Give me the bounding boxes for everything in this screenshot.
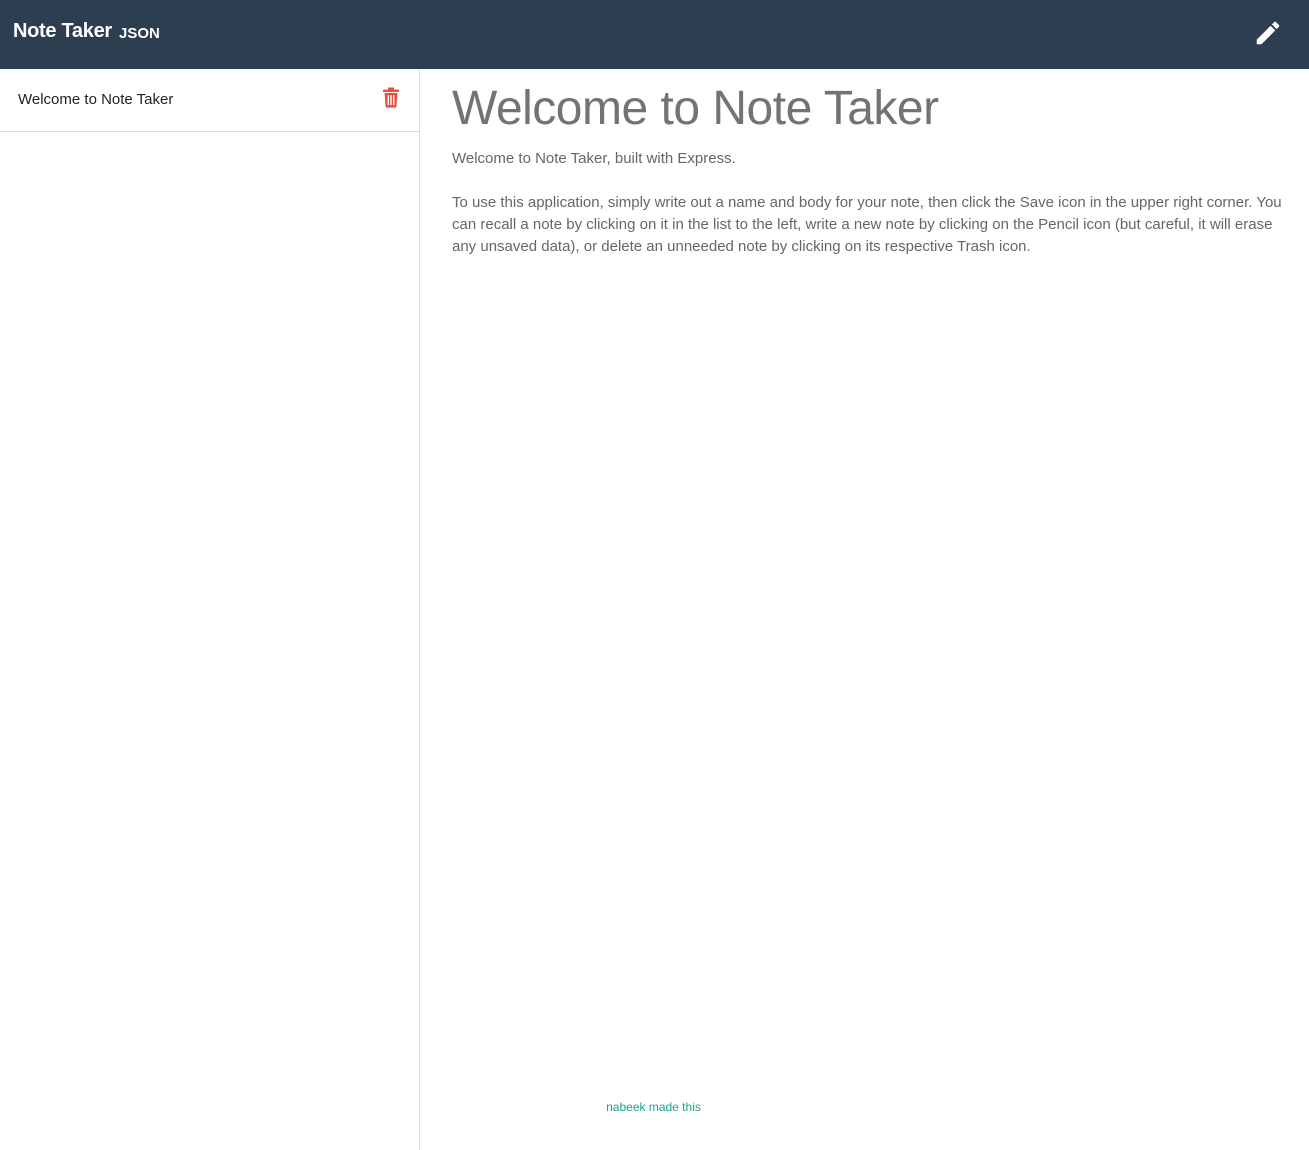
note-body[interactable]: Welcome to Note Taker, built with Expres…	[452, 148, 1292, 258]
trash-icon	[383, 87, 399, 108]
brand-link[interactable]: Note Taker	[13, 20, 112, 43]
footer-credit-link[interactable]: nabeek made this	[420, 1100, 887, 1114]
navbar: Note Taker JSON	[0, 0, 1309, 69]
delete-note-button[interactable]	[382, 87, 400, 108]
json-link[interactable]: JSON	[119, 25, 160, 42]
new-note-button[interactable]	[1253, 18, 1283, 48]
pencil-icon	[1256, 21, 1280, 45]
note-editor: Welcome to Note Taker Welcome to Note Ta…	[420, 69, 1309, 1150]
note-title[interactable]: Welcome to Note Taker	[452, 81, 939, 136]
note-list: Welcome to Note Taker	[0, 69, 420, 1150]
note-list-item-title[interactable]: Welcome to Note Taker	[18, 91, 173, 108]
note-list-item[interactable]: Welcome to Note Taker	[0, 69, 419, 132]
